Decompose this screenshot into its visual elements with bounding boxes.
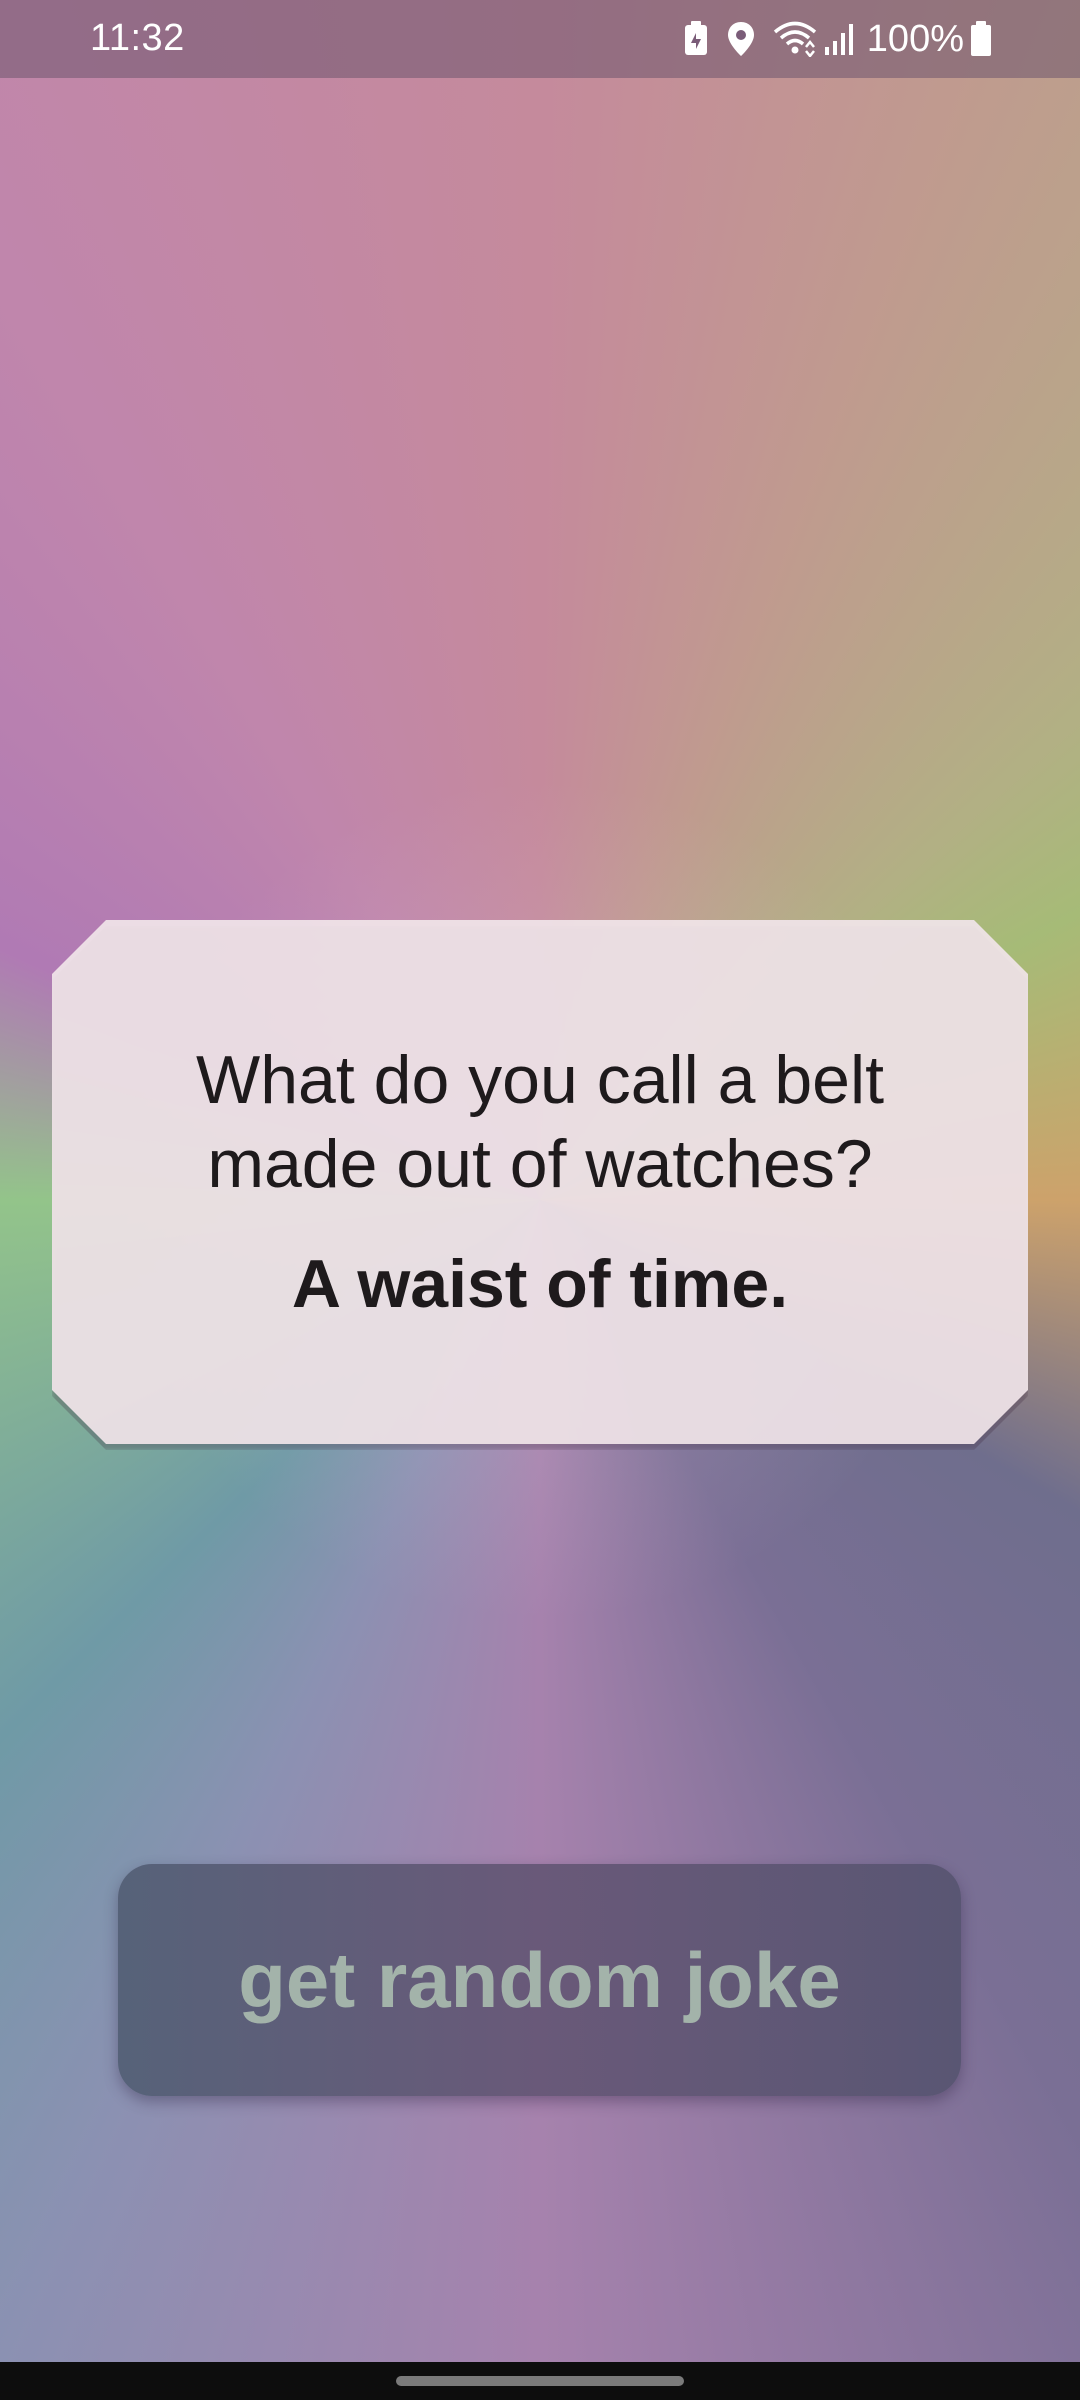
signal-icon — [823, 21, 857, 57]
status-time: 11:32 — [90, 17, 185, 59]
navigation-bar — [0, 2362, 1080, 2400]
home-gesture-handle[interactable] — [396, 2376, 684, 2386]
wifi-icon — [773, 21, 817, 57]
joke-punchline: A waist of time. — [291, 1246, 789, 1322]
status-bar: 11:32 100% — [0, 0, 1080, 78]
app-screen: 11:32 100% What do you call a belt made … — [0, 0, 1080, 2400]
joke-setup: What do you call a belt made out of watc… — [196, 1042, 884, 1202]
joke-card: What do you call a belt made out of watc… — [52, 920, 1028, 1444]
battery-percent: 100% — [866, 17, 964, 60]
battery-icon — [970, 21, 992, 57]
status-icons: 100% — [683, 16, 992, 62]
get-random-joke-button[interactable]: get random joke — [118, 1864, 961, 2096]
battery-saver-icon — [683, 21, 709, 57]
location-icon — [727, 21, 755, 57]
